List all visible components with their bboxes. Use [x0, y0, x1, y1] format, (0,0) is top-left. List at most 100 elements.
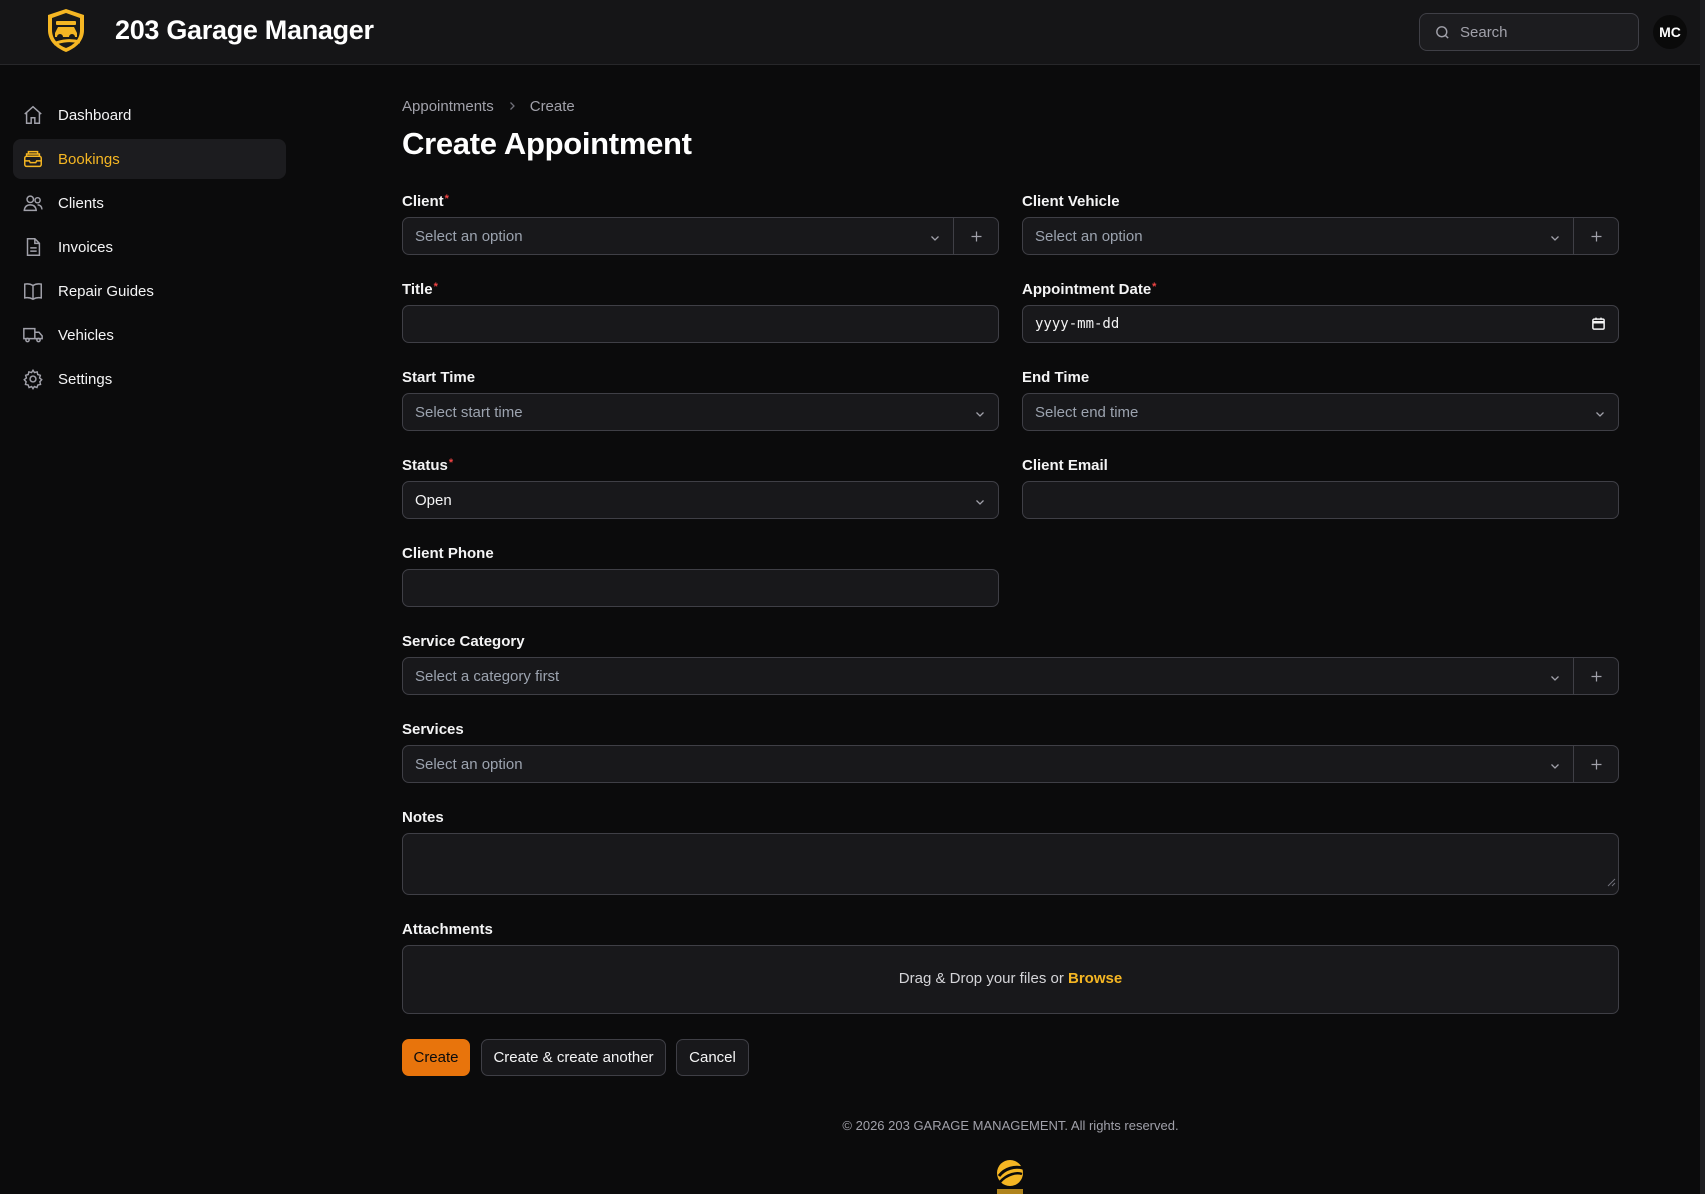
end-time-placeholder: Select end time	[1035, 404, 1139, 421]
services-placeholder: Select an option	[415, 756, 523, 773]
gear-icon	[22, 368, 44, 390]
title-label: Title	[402, 281, 433, 298]
client-phone-label: Client Phone	[402, 545, 494, 562]
sidebar-item-clients[interactable]: Clients	[13, 183, 286, 223]
appointment-date-field: Appointment Date* yyyy-mm-dd	[1022, 281, 1619, 343]
service-category-field: Service Category Select a category first	[402, 633, 1619, 695]
plus-icon	[1591, 759, 1601, 769]
client-vehicle-label: Client Vehicle	[1022, 193, 1120, 210]
client-select[interactable]: Select an option	[402, 217, 999, 255]
appointment-date-label: Appointment Date	[1022, 281, 1152, 298]
browse-link[interactable]: Browse	[1068, 970, 1122, 987]
sidebar-item-invoices[interactable]: Invoices	[13, 227, 286, 267]
breadcrumb-current: Create	[529, 97, 575, 115]
client-vehicle-select-placeholder: Select an option	[1035, 228, 1143, 245]
sidebar-item-dashboard[interactable]: Dashboard	[13, 95, 286, 135]
page-title: Create Appointment	[402, 126, 692, 161]
sidebar-item-settings[interactable]: Settings	[13, 359, 286, 399]
top-bar: 203 Garage Manager MC	[0, 0, 1705, 65]
breadcrumb-parent-link[interactable]: Appointments	[402, 98, 494, 115]
service-category-select[interactable]: Select a category first	[402, 657, 1619, 695]
create-button[interactable]: Create	[402, 1039, 470, 1076]
sidebar-item-vehicles[interactable]: Vehicles	[13, 315, 286, 355]
client-phone-input-box[interactable]	[402, 569, 999, 607]
sidebar: Dashboard Bookings Clients Invoices Repa…	[13, 95, 286, 403]
dropzone-text: Drag & Drop your files or	[898, 970, 1064, 987]
client-label: Client	[402, 193, 444, 210]
client-phone-input[interactable]	[403, 570, 998, 606]
attachments-label: Attachments	[402, 921, 493, 938]
document-icon	[22, 236, 44, 258]
add-vehicle-button[interactable]	[1573, 218, 1618, 254]
services-field: Services Select an option	[402, 721, 1619, 783]
status-select[interactable]: Open	[402, 481, 999, 519]
footer-logo-icon	[991, 1156, 1029, 1194]
chevron-right-icon	[506, 100, 518, 112]
client-email-input-box[interactable]	[1022, 481, 1619, 519]
sidebar-item-label: Settings	[58, 370, 113, 388]
services-select[interactable]: Select an option	[402, 745, 1619, 783]
brand-logo-icon[interactable]	[42, 6, 90, 54]
start-time-label: Start Time	[402, 369, 476, 386]
chevron-down-icon	[1594, 407, 1606, 425]
cancel-button[interactable]: Cancel	[676, 1039, 749, 1076]
add-service-category-button[interactable]	[1573, 658, 1618, 694]
appointment-date-placeholder: yyyy-mm-dd	[1035, 316, 1120, 332]
sidebar-item-label: Invoices	[58, 238, 114, 256]
add-client-button[interactable]	[953, 218, 998, 254]
client-email-label: Client Email	[1022, 457, 1108, 474]
resize-handle-icon[interactable]	[1606, 874, 1616, 892]
client-email-field: Client Email	[1022, 457, 1619, 519]
title-input[interactable]	[403, 306, 998, 342]
plus-icon	[1591, 231, 1601, 241]
sidebar-item-label: Repair Guides	[58, 282, 154, 300]
sidebar-item-label: Clients	[58, 194, 104, 212]
attachments-dropzone[interactable]: Drag & Drop your files or Browse	[402, 945, 1619, 1014]
home-icon	[22, 104, 44, 126]
title-field: Title*	[402, 281, 999, 343]
create-another-button[interactable]: Create & create another	[481, 1039, 666, 1076]
service-category-placeholder: Select a category first	[415, 668, 560, 685]
required-marker: *	[444, 193, 449, 205]
notes-textarea[interactable]	[402, 833, 1619, 895]
client-vehicle-field: Client Vehicle Select an option	[1022, 193, 1619, 255]
sidebar-item-label: Dashboard	[58, 106, 132, 124]
app-title: 203 Garage Manager	[115, 15, 374, 45]
plus-icon	[971, 231, 981, 241]
add-service-button[interactable]	[1573, 746, 1618, 782]
user-avatar[interactable]: MC	[1653, 15, 1687, 49]
truck-icon	[22, 324, 44, 346]
start-time-placeholder: Select start time	[415, 404, 523, 421]
end-time-select[interactable]: Select end time	[1022, 393, 1619, 431]
notes-field: Notes	[402, 809, 1619, 895]
chevron-down-icon	[929, 231, 941, 249]
sidebar-item-repair-guides[interactable]: Repair Guides	[13, 271, 286, 311]
chevron-down-icon	[1549, 671, 1561, 689]
title-input-box[interactable]	[402, 305, 999, 343]
client-select-placeholder: Select an option	[415, 228, 523, 245]
required-marker: *	[448, 457, 454, 469]
search-icon	[1436, 26, 1449, 39]
chevron-down-icon	[1549, 759, 1561, 777]
plus-icon	[1591, 671, 1601, 681]
footer-copyright: © 2026 203 GARAGE MANAGEMENT. All rights…	[842, 1118, 1179, 1133]
service-category-label: Service Category	[402, 633, 525, 650]
page-scrollbar[interactable]	[1700, 0, 1705, 1194]
status-label: Status	[402, 457, 448, 474]
appointment-date-input[interactable]: yyyy-mm-dd	[1022, 305, 1619, 343]
breadcrumb: Appointments Create	[402, 96, 1619, 116]
client-email-input[interactable]	[1023, 482, 1618, 518]
global-search[interactable]	[1419, 13, 1639, 51]
status-field: Status* Open	[402, 457, 999, 519]
main-content: Appointments Create Create Appointment	[402, 96, 1619, 166]
sidebar-item-label: Vehicles	[58, 326, 114, 344]
search-input[interactable]	[1460, 14, 1630, 50]
required-marker: *	[1152, 281, 1157, 293]
start-time-select[interactable]: Select start time	[402, 393, 999, 431]
sidebar-item-bookings[interactable]: Bookings	[13, 139, 286, 179]
start-time-field: Start Time Select start time	[402, 369, 999, 431]
client-vehicle-select[interactable]: Select an option	[1022, 217, 1619, 255]
status-value: Open	[415, 492, 452, 509]
calendar-icon[interactable]	[1591, 316, 1606, 336]
chevron-down-icon	[974, 495, 986, 513]
